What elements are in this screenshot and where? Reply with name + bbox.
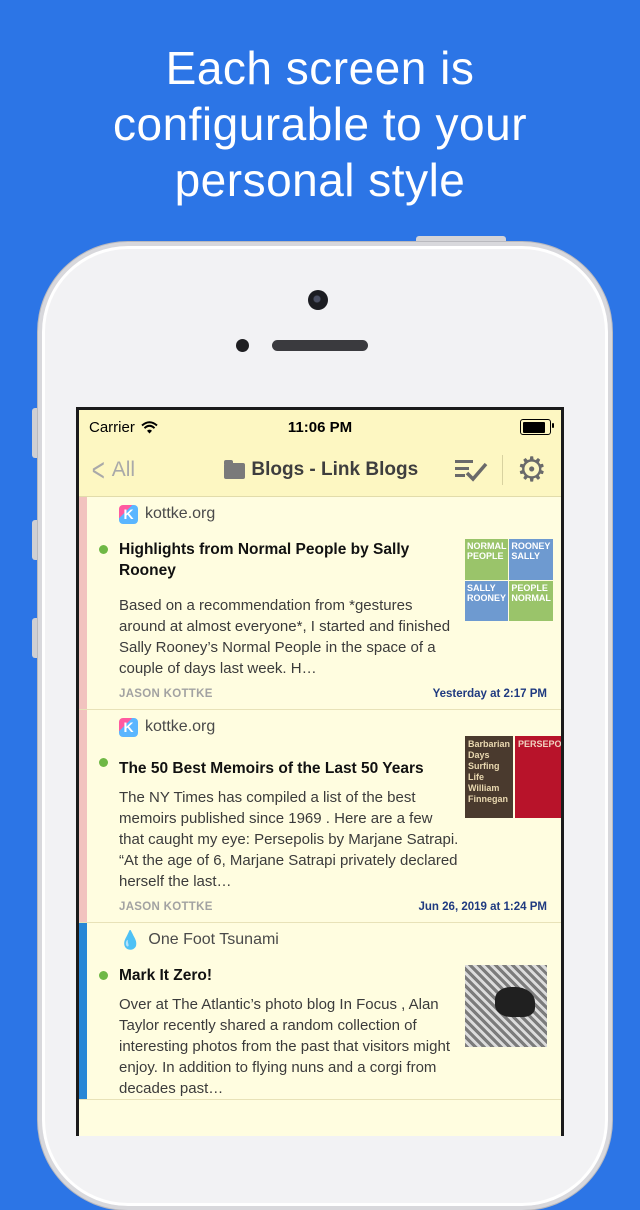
headline-line-3: personal style (174, 154, 466, 206)
article-card[interactable]: K kottke.org Highlights from Normal Peop… (79, 497, 561, 710)
folder-icon (224, 460, 246, 479)
back-label: All (111, 458, 136, 481)
feed-source-name: One Foot Tsunami (148, 931, 279, 948)
proximity-sensor (236, 339, 249, 352)
thumbnail-text: PEOPLE NORMAL (509, 580, 553, 621)
article-title: Highlights from Normal People by Sally R… (119, 541, 410, 579)
article-excerpt: Over at The Atlantic’s photo blog In Foc… (119, 996, 450, 1097)
nav-title-label: Blogs - Link Blogs (251, 459, 419, 480)
thumbnail-text: Barbarian Days Surfing Life William Finn… (465, 736, 514, 818)
article-thumbnail (465, 965, 547, 1047)
feed-color-strip (79, 923, 87, 1099)
headline-line-1: Each screen is (165, 42, 475, 94)
article-title: Mark It Zero! (119, 967, 213, 984)
thumbnail-text: NORMAL PEOPLE (465, 539, 509, 580)
feed-source-name: kottke.org (145, 505, 216, 522)
article-date: Yesterday at 2:17 PM (432, 688, 547, 700)
article-date: Jun 26, 2019 at 1:24 PM (418, 901, 547, 913)
kottke-logo-icon: K (119, 504, 138, 524)
article-title: The 50 Best Memoirs of the Last 50 Years (119, 760, 424, 777)
carrier-label: Carrier (89, 418, 135, 436)
navigation-bar: < All Blogs - Link Blogs ⚙ (79, 444, 561, 497)
wifi-icon (141, 420, 158, 433)
article-card[interactable]: K kottke.org The 50 Best Memoirs of the … (79, 710, 561, 923)
kottke-logo-icon: K (119, 717, 138, 737)
back-button[interactable]: < All (79, 452, 169, 488)
article-card[interactable]: 💧 One Foot Tsunami Mark It Zero! Over at… (79, 923, 561, 1100)
article-thumbnail: NORMAL PEOPLE ROONEY SALLY SALLY ROONEY … (465, 539, 553, 621)
article-author: JASON KOTTKE (119, 688, 213, 700)
article-meta: JASON KOTTKE Yesterday at 2:17 PM (119, 679, 547, 709)
article-thumbnail: Barbarian Days Surfing Life William Finn… (465, 736, 561, 818)
unread-dot (99, 971, 108, 980)
feed-source-name: kottke.org (145, 718, 216, 735)
chevron-left-icon: < (91, 452, 105, 488)
article-author: JASON KOTTKE (119, 901, 213, 913)
status-bar: Carrier 11:06 PM (79, 410, 561, 444)
headline-line-2: configurable to your (112, 98, 528, 150)
article-list[interactable]: K kottke.org Highlights from Normal Peop… (79, 497, 561, 1100)
camera-icon (308, 290, 328, 310)
unread-strip (79, 710, 87, 922)
feed-source: 💧 One Foot Tsunami (119, 923, 547, 957)
water-drop-icon: 💧 (119, 929, 142, 950)
earpiece-speaker (272, 340, 368, 351)
unread-dot (99, 545, 108, 554)
feed-source: K kottke.org (119, 497, 547, 531)
battery-icon (520, 419, 554, 435)
unread-dot (99, 758, 108, 767)
article-excerpt: Based on a recommendation from *gestures… (119, 597, 451, 677)
thumbnail-text: ROONEY SALLY (509, 539, 553, 580)
thumbnail-text: SALLY ROONEY (465, 580, 509, 621)
nav-divider (501, 455, 503, 485)
gear-icon[interactable]: ⚙ (517, 453, 547, 487)
headline: Each screen is configurable to your pers… (0, 40, 640, 208)
article-meta: JASON KOTTKE Jun 26, 2019 at 1:24 PM (119, 892, 547, 922)
mark-all-read-icon[interactable] (454, 458, 488, 482)
thumbnail-text: PERSEPOLIS (515, 736, 561, 818)
unread-strip (79, 497, 87, 709)
article-excerpt: The NY Times has compiled a list of the … (119, 789, 459, 890)
app-screen: Carrier 11:06 PM < All Blogs - Link Blog… (76, 407, 564, 1136)
status-time: 11:06 PM (287, 418, 353, 436)
nav-title: Blogs - Link Blogs (189, 459, 454, 481)
